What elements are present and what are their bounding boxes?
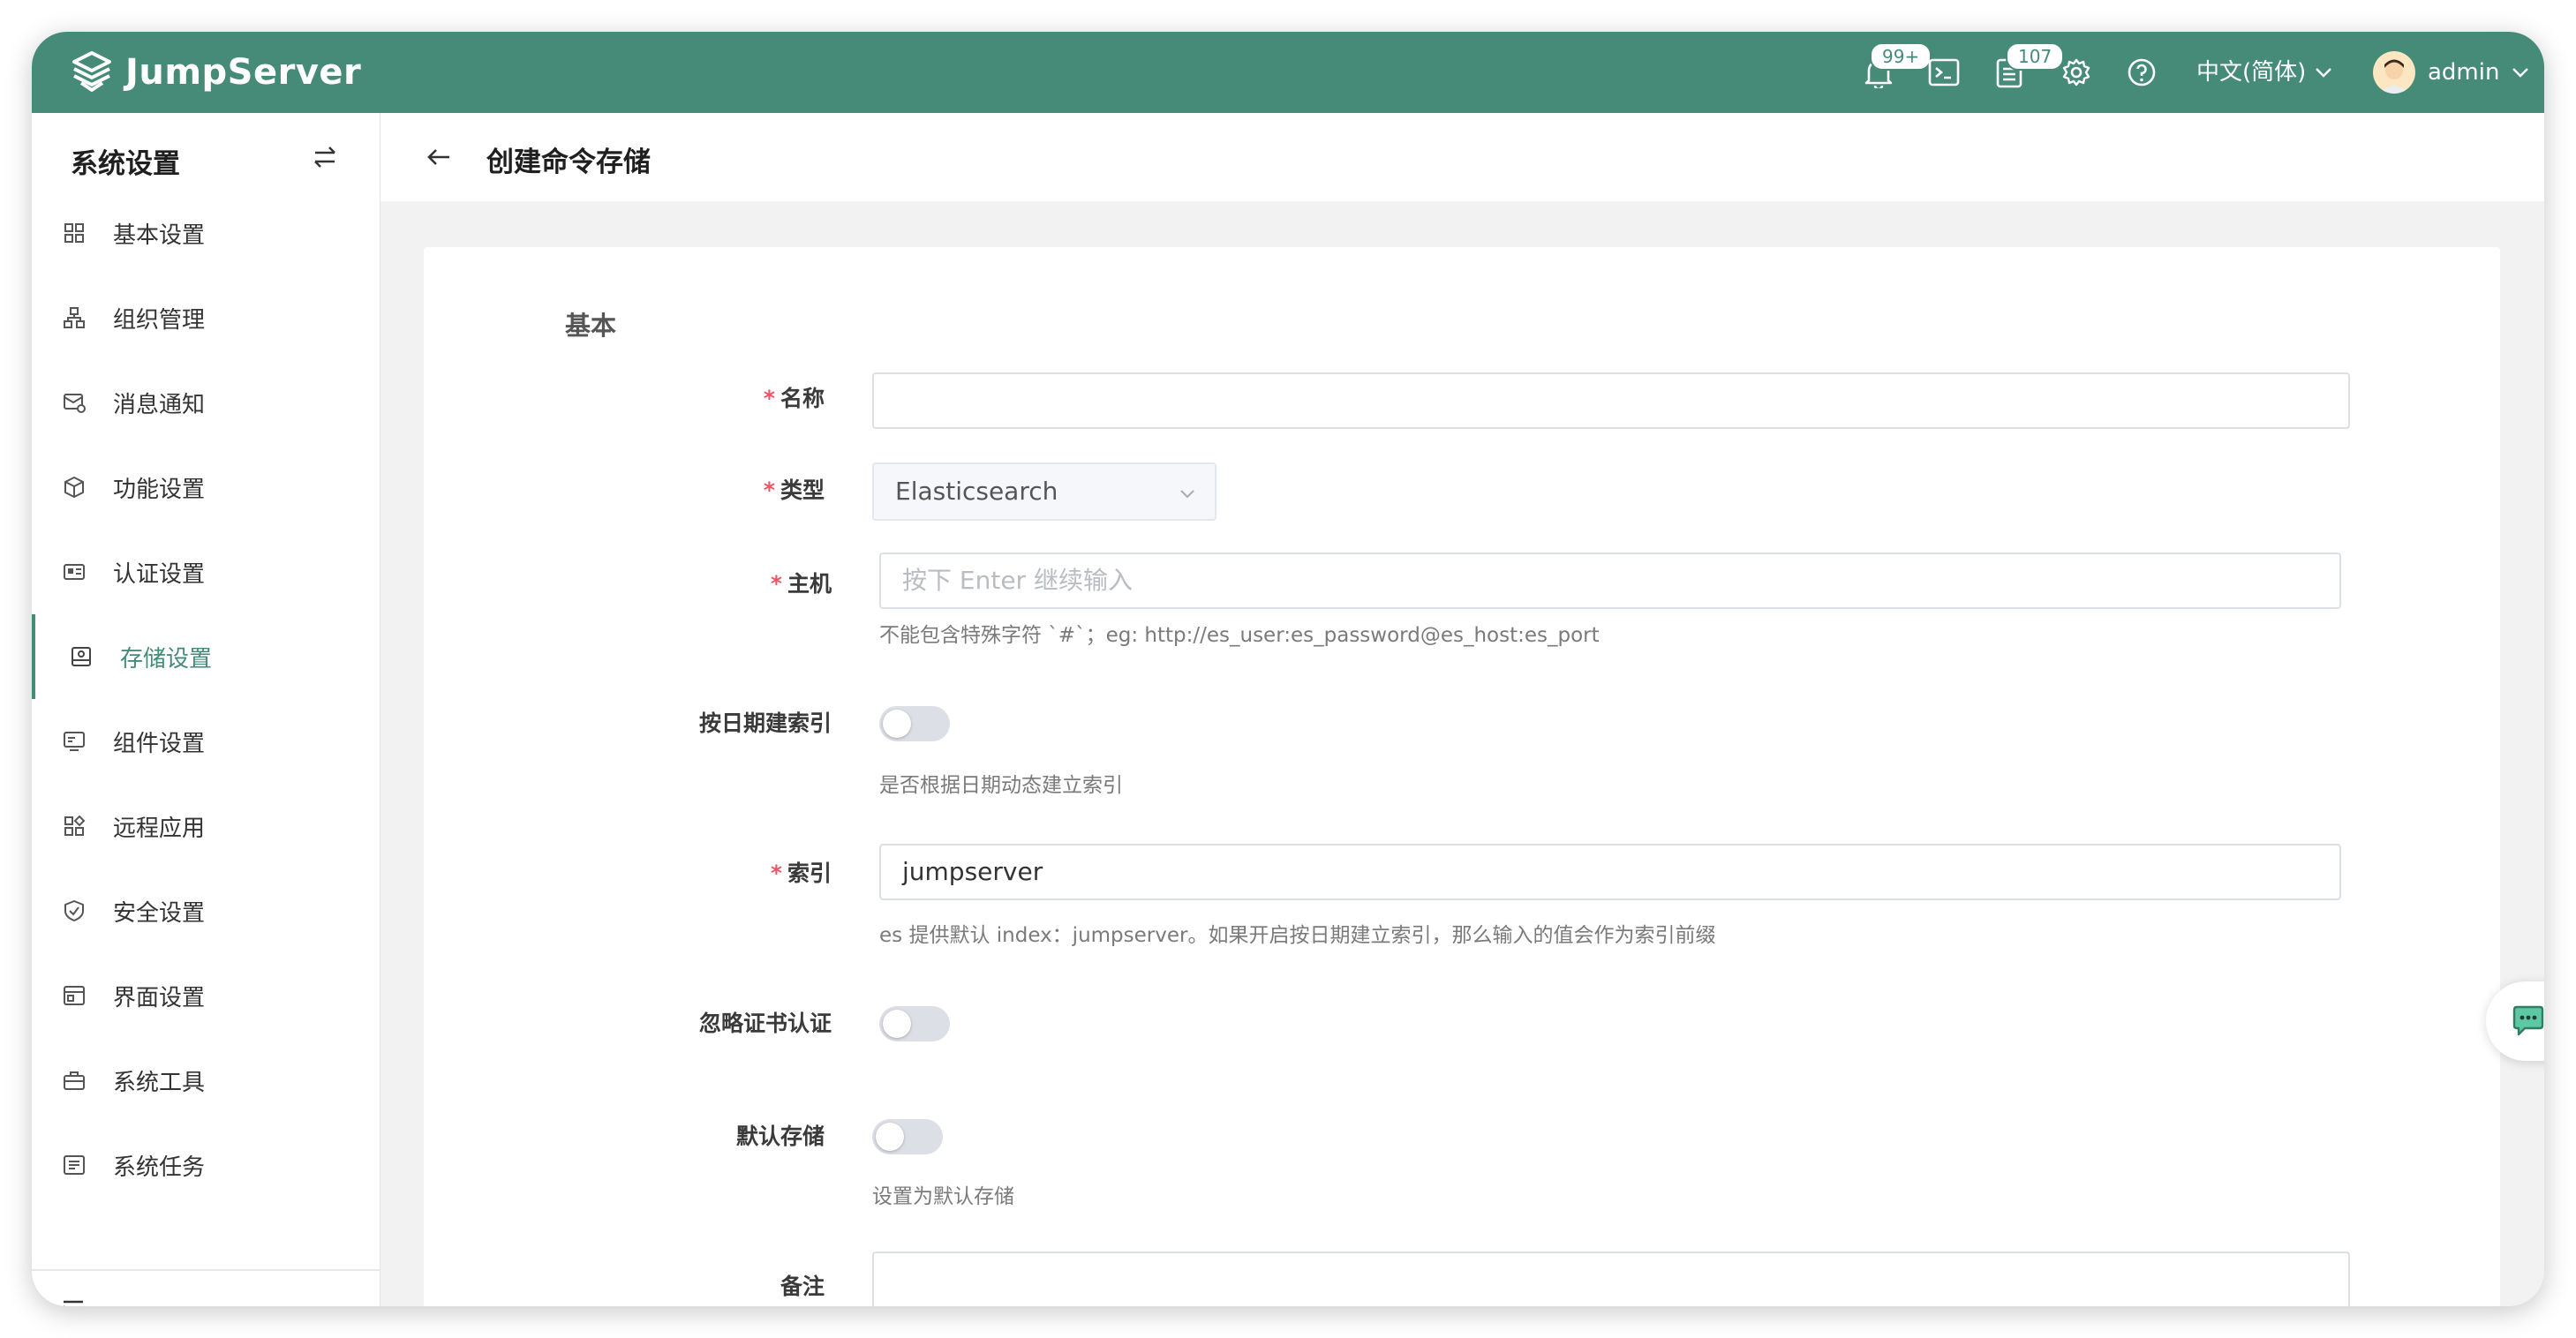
default-storage-help: 设置为默认存储	[872, 1185, 1014, 1208]
date-index-help: 是否根据日期动态建立索引	[879, 774, 1123, 797]
sidebar-item-components[interactable]: 组件设置	[32, 699, 380, 784]
language-label: 中文(简体)	[2196, 59, 2307, 86]
sidebar-footer	[32, 1269, 380, 1306]
message-icon	[64, 394, 86, 413]
page-title: 创建命令存储	[486, 147, 651, 178]
notification-bell-button[interactable]: 99+	[1861, 42, 1932, 90]
storage-icon	[72, 647, 91, 666]
switch-view-icon[interactable]	[311, 143, 339, 171]
sidebar-item-organization[interactable]: 组织管理	[32, 275, 380, 360]
sidebar-item-remote-apps[interactable]: 远程应用	[32, 784, 380, 868]
logo[interactable]: JumpServer	[69, 44, 361, 101]
ignore-cert-label: 忽略证书认证	[698, 1011, 832, 1036]
avatar	[2373, 51, 2415, 94]
task-list-icon	[64, 1155, 85, 1175]
section-title: 基本	[565, 311, 617, 341]
language-selector[interactable]: 中文(简体)	[2196, 55, 2332, 90]
type-select-value: Elasticsearch	[895, 477, 1058, 506]
sidebar-item-label: 安全设置	[113, 899, 206, 927]
sidebar: 系统设置 基本设置 组织管理 消息通知 功能设置 认证设置 存储设置 组件设置 …	[32, 113, 380, 1306]
collapse-menu-icon[interactable]	[62, 1299, 85, 1306]
index-label: * 索引	[770, 861, 832, 886]
chevron-down-icon	[2512, 68, 2529, 78]
app-window: JumpServer 99+ 107 中文(简体) admin 系统设置 基本设…	[32, 32, 2544, 1306]
grid-icon	[64, 223, 84, 243]
ignore-cert-switch[interactable]	[879, 1006, 950, 1041]
comment-label: 备注	[780, 1274, 825, 1299]
sidebar-item-label: 组织管理	[113, 306, 206, 334]
sidebar-item-label: 系统工具	[113, 1069, 206, 1096]
default-storage-label: 默认存储	[735, 1124, 825, 1149]
shield-icon	[64, 900, 84, 921]
tickets-button[interactable]: 107	[1992, 42, 2065, 90]
page-header: 创建命令存储	[380, 113, 2544, 201]
host-label: * 主机	[770, 571, 832, 597]
sidebar-item-label: 组件设置	[113, 730, 206, 757]
name-input[interactable]	[872, 372, 2350, 429]
sidebar-item-storage[interactable]: 存储设置	[32, 614, 380, 699]
user-menu[interactable]: admin	[2373, 48, 2529, 97]
gear-icon	[2062, 58, 2090, 86]
sidebar-item-label: 认证设置	[113, 560, 206, 588]
logo-text: JumpServer	[125, 52, 362, 93]
sidebar-item-label: 基本设置	[113, 222, 206, 249]
sidebar-item-label: 消息通知	[113, 391, 206, 418]
top-bar: JumpServer 99+ 107 中文(简体) admin	[32, 32, 2544, 113]
monitor-icon	[64, 732, 85, 751]
tickets-badge: 107	[2006, 42, 2065, 71]
sidebar-item-interface[interactable]: 界面设置	[32, 953, 380, 1038]
form-card: 基本 * 名称 * 类型 Elasticsearch * 主机 按下 Enter 继续…	[424, 247, 2500, 1306]
help-circle-icon	[2128, 58, 2156, 86]
sidebar-title: 系统设置	[71, 148, 180, 180]
sidebar-item-basic[interactable]: 基本设置	[32, 191, 380, 275]
apps-icon	[64, 815, 86, 836]
cube-icon	[64, 477, 84, 498]
comment-textarea[interactable]	[872, 1252, 2350, 1306]
chat-bubble-icon	[2512, 1005, 2544, 1036]
sidebar-item-label: 存储设置	[120, 645, 213, 673]
sidebar-item-label: 系统任务	[113, 1154, 206, 1181]
toolbox-icon	[64, 1071, 85, 1090]
user-avatar-icon	[2380, 59, 2408, 94]
terminal-icon	[1928, 58, 1960, 86]
org-tree-icon	[64, 307, 85, 328]
host-help: 不能包含特殊字符 `#`；eg: http://es_user:es_passw…	[879, 624, 1600, 647]
date-index-switch[interactable]	[879, 706, 950, 741]
sidebar-item-security[interactable]: 安全设置	[32, 868, 380, 953]
notification-badge: 99+	[1870, 42, 1932, 71]
name-label: * 名称	[763, 386, 825, 411]
type-select[interactable]: Elasticsearch	[872, 462, 1216, 521]
sidebar-item-authentication[interactable]: 认证设置	[32, 530, 380, 614]
username: admin	[2428, 59, 2500, 86]
sidebar-item-tools[interactable]: 系统工具	[32, 1038, 380, 1123]
sidebar-item-label: 功能设置	[113, 476, 206, 503]
default-storage-switch[interactable]	[872, 1119, 943, 1154]
chevron-down-icon	[1180, 490, 1194, 499]
chevron-down-icon	[2316, 68, 2332, 78]
type-label: * 类型	[763, 477, 825, 503]
sidebar-item-features[interactable]: 功能设置	[32, 445, 380, 530]
id-card-icon	[64, 564, 85, 580]
sidebar-item-label: 远程应用	[113, 815, 206, 842]
back-arrow-icon[interactable]	[425, 143, 453, 171]
help-button[interactable]	[2124, 55, 2159, 90]
index-input[interactable]: jumpserver	[879, 844, 2341, 900]
index-help: es 提供默认 index：jumpserver。如果开启按日期建立索引，那么输…	[879, 924, 1716, 947]
sidebar-item-label: 界面设置	[113, 984, 206, 1011]
settings-button[interactable]	[2059, 55, 2094, 90]
host-input[interactable]: 按下 Enter 继续输入	[879, 552, 2341, 609]
date-index-label: 按日期建索引	[698, 710, 832, 736]
jumpserver-logo-icon	[72, 51, 111, 92]
sidebar-item-tasks[interactable]: 系统任务	[32, 1123, 380, 1207]
sidebar-item-messages[interactable]: 消息通知	[32, 360, 380, 445]
window-icon	[64, 986, 85, 1005]
terminal-button[interactable]	[1926, 55, 1962, 90]
